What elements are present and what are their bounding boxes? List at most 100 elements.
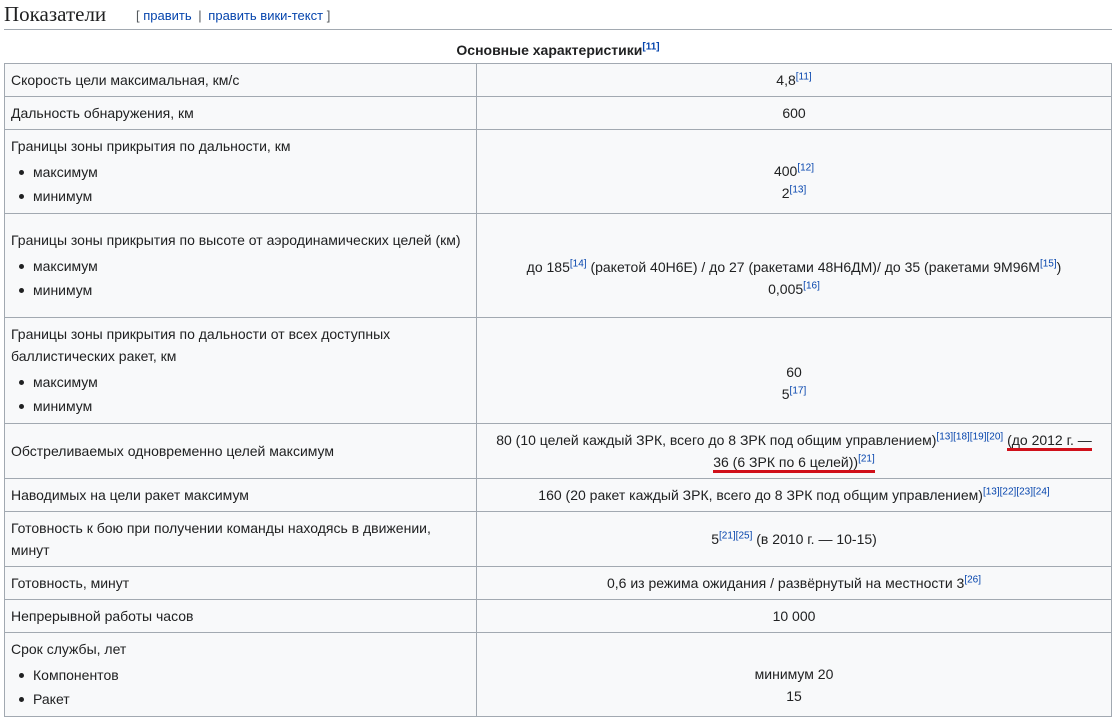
list-item: минимум [19, 394, 470, 418]
edit-separator: | [198, 8, 202, 23]
list-item: максимум [19, 254, 470, 278]
row-value: до 185[14] (ракетой 40Н6Е) / до 27 (раке… [476, 213, 1112, 318]
value-text: до 185 [526, 259, 570, 275]
value-text: (в 2010 г. — 10-15) [752, 531, 877, 547]
table-row: Скорость цели максимальная, км/с 4,8[11] [4, 63, 1112, 97]
value-line: 2[13] [483, 182, 1105, 204]
value-line: 400[12] [483, 160, 1105, 182]
row-value: 60 5[17] [476, 317, 1112, 424]
row-label: Границы зоны прикрытия по дальности от в… [4, 317, 477, 424]
value-text: 5 [781, 386, 790, 402]
row-label-text: Границы зоны прикрытия по дальности от в… [11, 326, 391, 364]
footnote-link[interactable]: [20] [986, 431, 1003, 442]
footnote-link[interactable]: [24] [1033, 486, 1050, 497]
red-underline-annotation: 36 (6 ЗРК по 6 целей))[21] [713, 454, 875, 473]
value-line: минимум 20 [754, 666, 834, 682]
footnote-link[interactable]: [17] [790, 385, 807, 396]
row-label: Готовность к бою при получении команды н… [4, 511, 477, 567]
footnote-link[interactable]: [15] [1040, 258, 1057, 269]
footnote-link[interactable]: [22] [1000, 486, 1017, 497]
row-label-text: Границы зоны прикрытия по высоте от аэро… [11, 232, 461, 248]
table-row: Границы зоны прикрытия по дальности от в… [4, 317, 1112, 424]
value-text: 400 [773, 163, 798, 179]
value-text: (ракетой 40Н6Е) / до 27 (ракетами 48Н6ДМ… [586, 259, 1040, 275]
section-title: Показатели [4, 2, 107, 26]
table-row: Срок службы, лет Компонентов Ракет миним… [4, 632, 1112, 717]
sub-list: Компонентов Ракет [11, 663, 470, 711]
value-text: 80 (10 целей каждый ЗРК, всего до 8 ЗРК … [496, 432, 937, 448]
footnote-link[interactable]: [23] [1016, 486, 1033, 497]
row-label-text: Срок службы, лет [11, 641, 127, 657]
value-text: 0,005 [768, 281, 804, 297]
value-line: 36 (6 ЗРК по 6 целей))[21] [483, 451, 1105, 473]
list-item: максимум [19, 160, 470, 184]
row-label-text: Границы зоны прикрытия по дальности, км [11, 138, 291, 154]
footnote-link[interactable]: [21] [858, 453, 875, 464]
row-label: Границы зоны прикрытия по дальности, км … [4, 129, 477, 214]
row-value: 5[21][25] (в 2010 г. — 10-15) [476, 511, 1112, 567]
value-text: 4,8 [776, 72, 796, 88]
row-value: 600 [476, 96, 1112, 130]
table-caption-text: Основные характеристики [456, 42, 643, 58]
row-label: Наводимых на цели ракет максимум [4, 478, 477, 512]
table-row: Границы зоны прикрытия по дальности, км … [4, 129, 1112, 214]
footnote-link[interactable]: [11] [796, 71, 812, 82]
table-row: Дальность обнаружения, км 600 [4, 96, 1112, 130]
value-text: 0,6 из режима ожидания / развёрнутый на … [606, 575, 965, 591]
table-row: Границы зоны прикрытия по высоте от аэро… [4, 213, 1112, 318]
value-text: 36 (6 ЗРК по 6 целей)) [713, 454, 859, 470]
footnote-link[interactable]: [26] [964, 574, 981, 585]
value-text: ) [1056, 259, 1062, 275]
footnote-link[interactable]: [21] [719, 530, 736, 541]
row-label: Обстреливаемых одновременно целей максим… [4, 423, 477, 479]
row-value: 0,6 из режима ожидания / развёрнутый на … [476, 566, 1112, 600]
row-label: Дальность обнаружения, км [4, 96, 477, 130]
value-line: 80 (10 целей каждый ЗРК, всего до 8 ЗРК … [483, 429, 1105, 451]
footnote-link[interactable]: [25] [736, 530, 753, 541]
row-label: Границы зоны прикрытия по высоте от аэро… [4, 213, 477, 318]
footnote-link[interactable]: [11] [642, 41, 659, 52]
value-line: до 185[14] (ракетой 40Н6Е) / до 27 (раке… [483, 256, 1105, 278]
table-caption: Основные характеристики[11] [4, 42, 1112, 58]
value-line: 0,005[16] [483, 278, 1105, 300]
row-value: 80 (10 целей каждый ЗРК, всего до 8 ЗРК … [476, 423, 1112, 479]
footnote-link[interactable]: [19] [970, 431, 987, 442]
list-item: минимум [19, 184, 470, 208]
table-row: Готовность к бою при получении команды н… [4, 511, 1112, 567]
row-label: Готовность, минут [4, 566, 477, 600]
value-line: 5[17] [483, 383, 1105, 405]
list-item: Компонентов [19, 663, 470, 687]
row-value: 400[12] 2[13] [476, 129, 1112, 214]
table-row: Наводимых на цели ракет максимум 160 (20… [4, 478, 1112, 512]
sub-list: максимум минимум [11, 254, 470, 302]
row-value: минимум 20 15 [476, 632, 1112, 717]
footnote-link[interactable]: [12] [797, 162, 814, 173]
edit-wikitext-link[interactable]: править вики-текст [208, 8, 323, 23]
row-label: Непрерывной работы часов [4, 599, 477, 633]
row-value: 10 000 [476, 599, 1112, 633]
value-line: 15 [786, 688, 802, 704]
value-text: 2 [781, 185, 790, 201]
footnote-link[interactable]: [13] [936, 431, 953, 442]
table-row: Готовность, минут 0,6 из режима ожидания… [4, 566, 1112, 600]
sub-list: максимум минимум [11, 160, 470, 208]
edit-link[interactable]: править [143, 8, 191, 23]
row-value: 160 (20 ракет каждый ЗРК, всего до 8 ЗРК… [476, 478, 1112, 512]
footnote-link[interactable]: [18] [953, 431, 970, 442]
row-label: Срок службы, лет Компонентов Ракет [4, 632, 477, 717]
list-item: максимум [19, 370, 470, 394]
row-label: Скорость цели максимальная, км/с [4, 63, 477, 97]
footnote-link[interactable]: [14] [570, 258, 587, 269]
footnote-link[interactable]: [16] [803, 280, 820, 291]
edit-section-links: [ править | править вики-текст ] [136, 8, 330, 23]
section-heading: Показатели [ править | править вики-текс… [4, 0, 1112, 30]
footnote-link[interactable]: [13] [790, 184, 807, 195]
value-text: 5 [711, 531, 719, 547]
sub-list: максимум минимум [11, 370, 470, 418]
footnote-link[interactable]: [13] [983, 486, 1000, 497]
value-text: 160 (20 ракет каждый ЗРК, всего до 8 ЗРК… [538, 487, 983, 503]
list-item: Ракет [19, 687, 470, 711]
red-underline-annotation: (до 2012 г. — [1007, 432, 1092, 451]
list-item: минимум [19, 278, 470, 302]
row-value: 4,8[11] [476, 63, 1112, 97]
